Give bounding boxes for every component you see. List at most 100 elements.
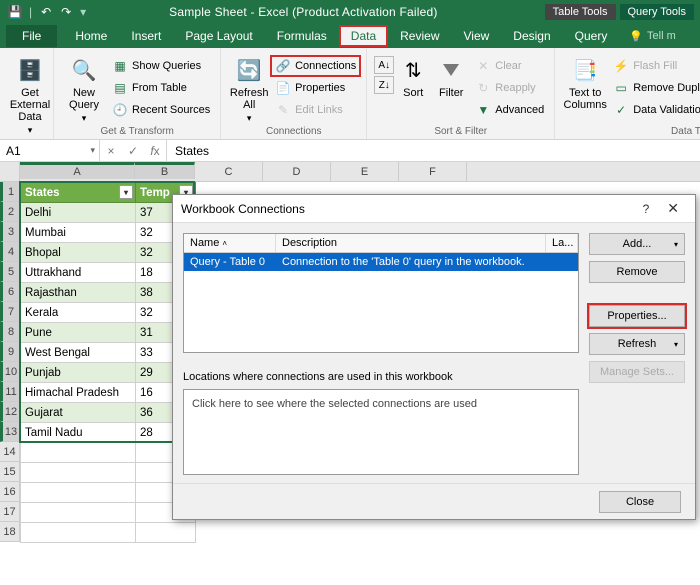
row-header[interactable]: 18 — [0, 522, 19, 542]
undo-icon[interactable]: ↶ — [37, 3, 55, 21]
tab-review[interactable]: Review — [388, 25, 451, 47]
formula-input[interactable]: States — [167, 140, 700, 161]
remove-button[interactable]: Remove — [589, 261, 685, 283]
dialog-close-button[interactable]: ✕ — [659, 200, 687, 217]
cell[interactable]: Gujarat — [21, 403, 136, 423]
from-table-button[interactable]: ▤From Table — [108, 78, 214, 98]
properties-button[interactable]: 📄Properties — [271, 78, 360, 98]
sort-button[interactable]: ⇅ Sort — [395, 52, 431, 99]
connections-list[interactable]: Name ˄ Description La... Query - Table 0… — [183, 233, 579, 353]
list-col-last[interactable]: La... — [546, 234, 578, 252]
table-row[interactable]: Himachal Pradesh16 — [21, 383, 196, 403]
tab-insert[interactable]: Insert — [119, 25, 173, 47]
table-row[interactable]: Uttrakhand18 — [21, 263, 196, 283]
dialog-titlebar[interactable]: Workbook Connections ? ✕ — [173, 195, 695, 223]
list-col-description[interactable]: Description — [276, 234, 546, 252]
sort-asc-button[interactable]: A↓ — [374, 56, 394, 74]
col-header-a[interactable]: A — [20, 162, 135, 179]
table-row[interactable]: Gujarat36 — [21, 403, 196, 423]
table-row[interactable]: Pune31 — [21, 323, 196, 343]
row-header[interactable]: 11 — [0, 382, 19, 402]
connections-button[interactable]: 🔗Connections — [271, 56, 360, 76]
table-row[interactable]: West Bengal33 — [21, 343, 196, 363]
table-row[interactable]: Kerala32 — [21, 303, 196, 323]
row-header[interactable]: 2 — [0, 202, 19, 222]
table-row[interactable]: Rajasthan38 — [21, 283, 196, 303]
cell[interactable]: West Bengal — [21, 343, 136, 363]
table-row[interactable]: Tamil Nadu28 — [21, 423, 196, 443]
row-header[interactable]: 1 — [0, 182, 19, 202]
cell[interactable]: Mumbai — [21, 223, 136, 243]
dialog-help-button[interactable]: ? — [633, 202, 660, 216]
col-header-e[interactable]: E — [331, 162, 399, 181]
table-row[interactable] — [21, 463, 196, 483]
table-header-states[interactable]: States▾ — [21, 183, 136, 203]
row-header[interactable]: 13 — [0, 422, 19, 442]
table-row[interactable]: Punjab29 — [21, 363, 196, 383]
row-header[interactable]: 6 — [0, 282, 19, 302]
show-queries-button[interactable]: ▦Show Queries — [108, 56, 214, 76]
advanced-button[interactable]: ▼Advanced — [471, 100, 548, 120]
properties-button[interactable]: Properties... — [589, 305, 685, 327]
filter-dropdown-icon[interactable]: ▾ — [119, 185, 133, 199]
enter-formula-button[interactable]: ✓ — [122, 144, 144, 158]
tab-page-layout[interactable]: Page Layout — [173, 25, 264, 47]
add-button[interactable]: Add... — [589, 233, 685, 255]
list-col-name[interactable]: Name ˄ — [184, 234, 276, 252]
cell[interactable]: Pune — [21, 323, 136, 343]
filter-button[interactable]: Filter — [431, 52, 471, 99]
table-row[interactable] — [21, 483, 196, 503]
save-icon[interactable]: 💾 — [6, 3, 24, 21]
list-row-selected[interactable]: Query - Table 0 Connection to the 'Table… — [184, 253, 578, 271]
column-headers[interactable]: A B C D E F — [20, 162, 700, 182]
col-header-b[interactable]: B — [135, 162, 195, 179]
redo-icon[interactable]: ↷ — [57, 3, 75, 21]
row-header[interactable]: 12 — [0, 402, 19, 422]
fx-button[interactable]: fx — [144, 144, 166, 158]
col-header-f[interactable]: F — [399, 162, 467, 181]
table-row[interactable] — [21, 503, 196, 523]
tell-me[interactable]: 💡Tell m — [619, 30, 675, 43]
refresh-all-button[interactable]: 🔄 Refresh All ▾ — [227, 52, 271, 124]
tab-design[interactable]: Design — [501, 25, 562, 47]
row-header[interactable]: 15 — [0, 462, 19, 482]
tab-query[interactable]: Query — [563, 25, 620, 47]
locations-box[interactable]: Click here to see where the selected con… — [183, 389, 579, 475]
tab-formulas[interactable]: Formulas — [265, 25, 339, 47]
get-external-data-button[interactable]: 🗄️ Get External Data ▾ — [6, 52, 54, 136]
close-button[interactable]: Close — [599, 491, 681, 513]
text-to-columns-button[interactable]: 📑 Text to Columns — [561, 52, 609, 111]
tab-data[interactable]: Data — [339, 25, 388, 47]
row-header[interactable]: 9 — [0, 342, 19, 362]
row-header[interactable]: 14 — [0, 442, 19, 462]
col-header-c[interactable]: C — [195, 162, 263, 181]
table-row[interactable]: Mumbai32 — [21, 223, 196, 243]
select-all-corner[interactable] — [0, 162, 20, 182]
row-header[interactable]: 17 — [0, 502, 19, 522]
cancel-formula-button[interactable]: × — [100, 144, 122, 158]
table-row[interactable] — [21, 443, 196, 463]
row-headers[interactable]: 123456789101112131415161718 — [0, 182, 20, 542]
row-header[interactable]: 10 — [0, 362, 19, 382]
remove-duplicates-button[interactable]: ▭Remove Dupl — [609, 78, 700, 98]
row-header[interactable]: 16 — [0, 482, 19, 502]
row-header[interactable]: 7 — [0, 302, 19, 322]
row-header[interactable]: 4 — [0, 242, 19, 262]
table-row[interactable]: Delhi37 — [21, 203, 196, 223]
new-query-button[interactable]: 🔍 New Query ▾ — [60, 52, 108, 124]
row-header[interactable]: 8 — [0, 322, 19, 342]
cell[interactable]: Kerala — [21, 303, 136, 323]
name-box[interactable]: A1 — [0, 140, 100, 161]
cell[interactable]: Delhi — [21, 203, 136, 223]
sort-desc-button[interactable]: Z↓ — [374, 76, 394, 94]
recent-sources-button[interactable]: 🕘Recent Sources — [108, 100, 214, 120]
table-row[interactable] — [21, 523, 196, 543]
cell[interactable]: Bhopal — [21, 243, 136, 263]
cell[interactable]: Punjab — [21, 363, 136, 383]
refresh-button[interactable]: Refresh — [589, 333, 685, 355]
data-validation-button[interactable]: ✓Data Validatio — [609, 100, 700, 120]
table-row[interactable]: Bhopal32 — [21, 243, 196, 263]
row-header[interactable]: 3 — [0, 222, 19, 242]
tab-file[interactable]: File — [6, 25, 57, 47]
tab-view[interactable]: View — [452, 25, 502, 47]
